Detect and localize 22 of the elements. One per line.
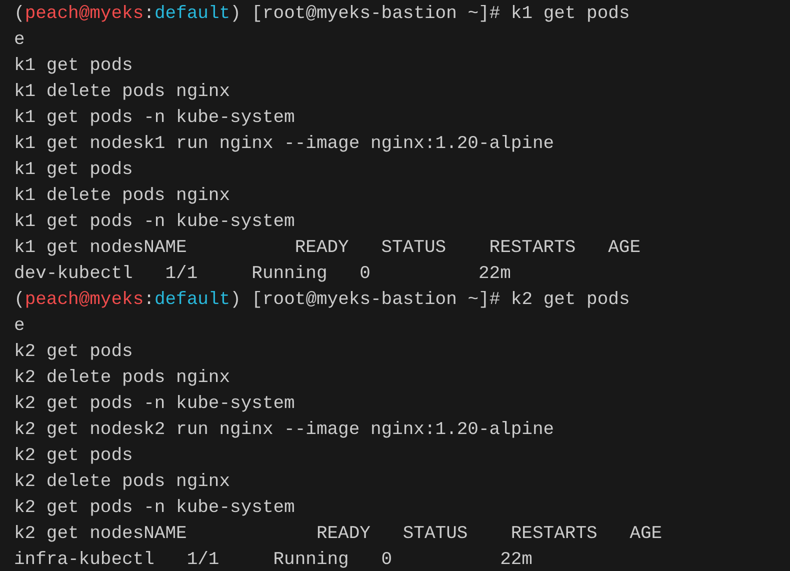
terminal-output: k2 delete pods nginx bbox=[14, 367, 232, 390]
terminal-output: k1 get pods bbox=[14, 159, 134, 182]
terminal-output: k2 get pods bbox=[14, 445, 134, 468]
shell-prompt: (peach@myeks:default) [root@myeks-bastion ~]# k1 get pods bbox=[14, 3, 631, 26]
terminal-output: k1 get pods -n kube-system bbox=[14, 107, 296, 130]
terminal-output: k2 get pods -n kube-system bbox=[14, 497, 296, 520]
terminal-output: k2 get pods -n kube-system bbox=[14, 393, 296, 416]
terminal-output: dev-kubectl 1/1 Running 0 22m bbox=[14, 263, 512, 286]
terminal-output: k2 get nodesNAME READY STATUS RESTARTS AGE bbox=[14, 523, 664, 546]
terminal-output: k2 get nodesk2 run nginx --image nginx:1.20-alpine bbox=[14, 419, 556, 442]
shell-prompt: (peach@myeks:default) [root@myeks-bastion ~]# k2 get pods bbox=[14, 289, 631, 312]
terminal-output: infra-kubectl 1/1 Running 0 22m bbox=[14, 549, 534, 571]
terminal-output: e bbox=[14, 29, 26, 52]
terminal-output: k1 get nodesk1 run nginx --image nginx:1.20-alpine bbox=[14, 133, 556, 156]
terminal-output: k1 get nodesNAME READY STATUS RESTARTS AGE bbox=[14, 237, 642, 260]
terminal-output: k2 delete pods nginx bbox=[14, 471, 232, 494]
terminal-output: k1 get pods -n kube-system bbox=[14, 211, 296, 234]
terminal-output: k1 get pods bbox=[14, 55, 134, 78]
terminal-output: k2 get pods bbox=[14, 341, 134, 364]
terminal-output: k1 delete pods nginx bbox=[14, 81, 232, 104]
terminal-output: e bbox=[14, 315, 26, 338]
terminal-output: k1 delete pods nginx bbox=[14, 185, 232, 208]
